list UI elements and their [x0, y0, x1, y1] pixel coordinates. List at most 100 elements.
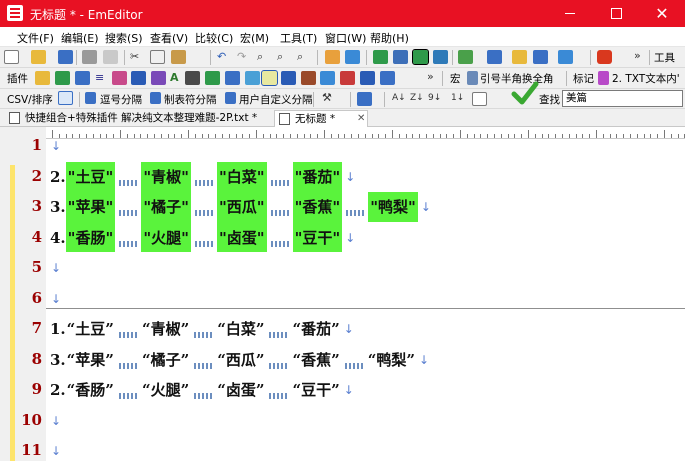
tab-untitled[interactable]: 无标题 * ✕	[274, 110, 368, 127]
end-of-line-mark: ↓	[343, 322, 354, 336]
customize-icon[interactable]	[533, 50, 548, 64]
tab-document-1[interactable]: 快捷组合+特殊插件 解决纯文本整理难题-2P.txt *	[5, 110, 257, 127]
ruler-tick	[630, 134, 631, 138]
end-of-line-mark: ↓	[51, 139, 62, 153]
split-icon[interactable]	[373, 50, 388, 64]
plugin-text-icon[interactable]: A	[170, 71, 179, 85]
tab-mark	[269, 332, 288, 338]
plugin-list-icon[interactable]	[75, 71, 90, 85]
plugin-active-icon[interactable]	[261, 70, 278, 86]
cell-text: “鸭梨”	[367, 350, 415, 369]
plugin-web-icon[interactable]	[340, 71, 355, 85]
search-label: 查找	[539, 94, 560, 106]
menu-file[interactable]: 文件(F)	[17, 30, 54, 46]
plugin-convert-icon[interactable]	[131, 71, 146, 85]
marker-item-button[interactable]: 2. TXT文本内'	[612, 71, 680, 86]
ruler-tick	[582, 134, 584, 138]
copy-icon[interactable]	[150, 50, 165, 64]
plugin-extra-icon[interactable]	[380, 71, 395, 85]
tab-mark	[119, 240, 138, 247]
ruler-tick	[609, 134, 611, 138]
ruler-tick	[303, 134, 305, 138]
ruler-tick	[120, 130, 121, 138]
close-button[interactable]: ✕	[639, 0, 685, 27]
new-file-icon[interactable]	[4, 50, 19, 64]
outline-icon[interactable]	[433, 50, 448, 64]
minimize-button[interactable]	[547, 0, 593, 27]
sort-num-asc-icon[interactable]: 9↓	[428, 91, 441, 105]
window-icon[interactable]	[393, 50, 408, 64]
csv-normal-icon[interactable]	[58, 91, 73, 105]
cut-icon[interactable]: ✂	[130, 50, 139, 64]
ruler-tick	[568, 134, 570, 138]
ruler-tick	[160, 134, 162, 138]
plugin-column-icon[interactable]	[281, 71, 296, 85]
tab-separated-button[interactable]: 制表符分隔	[164, 92, 217, 107]
ruler-tick	[140, 134, 142, 138]
tools-icon[interactable]: ⚒	[322, 91, 332, 105]
bookmark-icon[interactable]	[487, 50, 502, 64]
print-preview-icon[interactable]	[103, 50, 118, 64]
toolbar-overflow-icon[interactable]: »	[634, 49, 641, 63]
sort-asc-icon[interactable]: A↓	[392, 91, 406, 105]
plugin-window-icon[interactable]	[360, 71, 375, 85]
plugins-overflow-icon[interactable]: »	[427, 70, 434, 84]
title-bar: 无标题 * - EmEditor ✕	[0, 0, 685, 27]
tools-toolbar-label[interactable]: 工具	[654, 50, 675, 65]
redo-icon[interactable]: ↷	[237, 50, 246, 64]
plugin-brackets-icon[interactable]	[320, 71, 335, 85]
close-tab-icon[interactable]: ✕	[357, 111, 365, 127]
plugin-table-icon[interactable]	[55, 71, 70, 85]
print-icon[interactable]	[82, 50, 97, 64]
plugin-sort-icon[interactable]	[112, 71, 127, 85]
open-folder-icon[interactable]	[31, 50, 46, 64]
find-icon[interactable]: ⌕	[257, 50, 263, 64]
ruler-tick	[555, 134, 557, 138]
menu-macro[interactable]: 宏(M)	[240, 30, 269, 46]
maximize-button[interactable]	[593, 0, 639, 27]
save-icon[interactable]	[58, 50, 73, 64]
ruler-tick	[249, 134, 251, 138]
ruler-tick	[201, 134, 203, 138]
sheet-icon[interactable]	[458, 50, 473, 64]
plugin-encode-icon[interactable]	[205, 71, 220, 85]
comma-separated-button[interactable]: 逗号分隔	[100, 92, 142, 107]
menu-tools[interactable]: 工具(T)	[280, 30, 317, 46]
menu-view[interactable]: 查看(V)	[150, 30, 188, 46]
ruler-tick	[72, 134, 74, 138]
row-number: 2.	[50, 167, 66, 186]
sort-options-icon[interactable]	[472, 92, 487, 106]
plugin-chart-icon[interactable]	[245, 71, 260, 85]
plugin-font-icon[interactable]	[151, 71, 166, 85]
sort-num-desc-icon[interactable]: 1↓	[451, 91, 464, 105]
plugin-align-icon[interactable]: ≡	[95, 71, 104, 85]
menu-help[interactable]: 帮助(H)	[370, 30, 409, 46]
settings-icon[interactable]	[512, 50, 527, 64]
mark-icon[interactable]	[345, 50, 360, 64]
paste-icon[interactable]	[171, 50, 186, 64]
replace-icon[interactable]: ⌕	[277, 50, 283, 64]
search-input[interactable]: 美篇	[562, 90, 683, 107]
cell-text: “卤蛋”	[217, 381, 265, 399]
custom-separated-button[interactable]: 用户自定义分隔	[239, 92, 313, 107]
sort-desc-icon[interactable]: Z↓	[410, 91, 424, 105]
record-macro-icon[interactable]	[597, 50, 612, 64]
ruler-tick	[439, 134, 441, 138]
menu-compare[interactable]: 比较(C)	[195, 30, 233, 46]
plugin-info-icon[interactable]	[225, 71, 240, 85]
tab-mark	[118, 393, 137, 399]
undo-icon[interactable]: ↶	[217, 50, 226, 64]
menu-search[interactable]: 搜索(S)	[105, 30, 143, 46]
menu-edit[interactable]: 编辑(E)	[61, 30, 99, 46]
find-next-icon[interactable]: ⌕	[297, 50, 303, 64]
plugin-quote-icon[interactable]	[301, 71, 316, 85]
plugin-explorer-icon[interactable]	[35, 71, 50, 85]
column-icon[interactable]	[357, 92, 372, 106]
menu-window[interactable]: 窗口(W)	[325, 30, 366, 46]
plugin-word-count-icon[interactable]	[185, 71, 200, 85]
config-icon[interactable]	[558, 50, 573, 64]
highlight-icon[interactable]	[325, 50, 340, 64]
marker-icon	[598, 71, 609, 85]
comma-icon	[85, 92, 96, 104]
wrap-icon[interactable]	[412, 49, 429, 65]
